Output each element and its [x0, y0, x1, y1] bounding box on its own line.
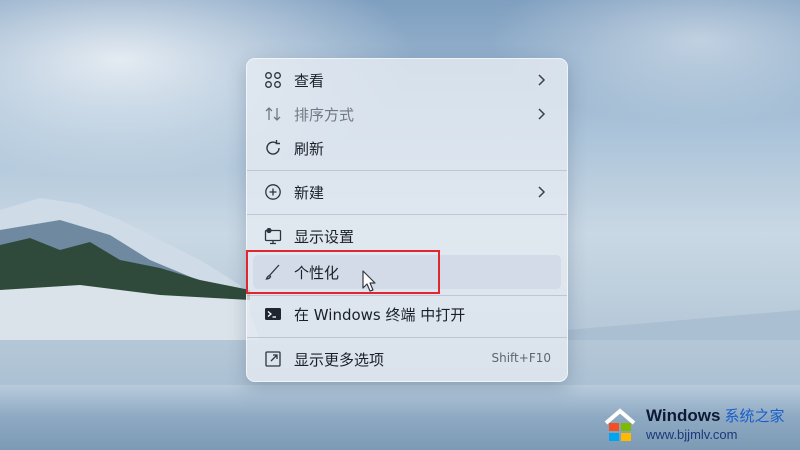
chevron-right-icon [538, 186, 546, 198]
watermark-brand: Windows 系统之家 [646, 405, 784, 426]
grid-icon [261, 68, 285, 92]
menu-item-label: 查看 [294, 71, 325, 90]
menu-item-open-terminal[interactable]: 在 Windows 终端 中打开 [253, 297, 561, 331]
desktop-context-menu: 查看 排序方式 刷新 新建 显示设置 个性化 在 Windows 终端 中打开 … [246, 58, 568, 382]
mouse-cursor-icon [362, 270, 376, 292]
menu-item-label: 显示更多选项 [294, 350, 385, 369]
menu-separator [247, 337, 567, 338]
windows-logo-icon [604, 408, 636, 441]
watermark-url: www.bjjmlv.com [646, 426, 738, 442]
new-plus-icon [261, 180, 285, 204]
keyboard-shortcut: Shift+F10 [491, 351, 551, 365]
watermark-brand-en: Windows [646, 405, 721, 425]
menu-item-label: 新建 [294, 183, 325, 202]
sort-icon [261, 102, 285, 126]
menu-item-show-more-options[interactable]: 显示更多选项 Shift+F10 [253, 342, 561, 376]
menu-item-sort-by[interactable]: 排序方式 [253, 97, 561, 131]
more-options-icon [261, 347, 285, 371]
menu-item-label: 显示设置 [294, 227, 355, 246]
menu-item-label: 在 Windows 终端 中打开 [294, 305, 466, 324]
chevron-right-icon [538, 108, 546, 120]
menu-separator [247, 214, 567, 215]
refresh-icon [261, 136, 285, 160]
terminal-icon [261, 302, 285, 326]
menu-item-label: 排序方式 [294, 105, 355, 124]
menu-item-view[interactable]: 查看 [253, 63, 561, 97]
menu-separator [247, 295, 567, 296]
chevron-right-icon [538, 74, 546, 86]
watermark-brand-cn: 系统之家 [724, 407, 785, 425]
menu-item-display-settings[interactable]: 显示设置 [253, 219, 561, 253]
menu-item-refresh[interactable]: 刷新 [253, 131, 561, 165]
menu-item-new[interactable]: 新建 [253, 175, 561, 209]
annotation-highlight-box [246, 250, 440, 294]
site-watermark: Windows 系统之家 www.bjjmlv.com [600, 396, 800, 450]
menu-separator [247, 170, 567, 171]
menu-item-label: 刷新 [294, 139, 325, 158]
display-settings-icon [261, 224, 285, 248]
